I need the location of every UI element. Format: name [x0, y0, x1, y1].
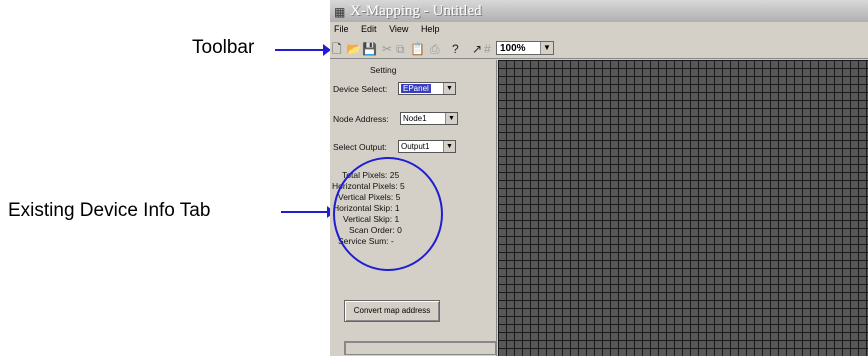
chevron-down-icon[interactable]: ▼	[540, 42, 553, 54]
pointer-icon[interactable]: ↗	[472, 41, 482, 57]
output-select-value: Output1	[401, 142, 430, 151]
copy-icon[interactable]: ⧉	[396, 41, 405, 57]
chevron-down-icon[interactable]: ▼	[445, 113, 457, 124]
setting-header: Setting	[370, 65, 397, 75]
paste-icon[interactable]: 📋	[410, 41, 425, 57]
window-title: X-Mapping - Untitled	[350, 3, 482, 19]
chevron-down-icon[interactable]: ▼	[443, 83, 455, 94]
toolbar: 🗋 📂 💾 ✂ ⧉ 📋 ⎙ ? ↗ # 100% ▼	[330, 40, 868, 59]
app-grid-icon: ▦	[334, 5, 346, 19]
menu-bar: File Edit View Help	[330, 24, 445, 38]
cut-icon[interactable]: ✂	[382, 41, 392, 57]
node-address-select[interactable]: Node1 ▼	[400, 112, 458, 125]
pixel-grid-canvas[interactable]	[498, 60, 868, 356]
save-icon[interactable]: 💾	[362, 41, 377, 57]
menu-help[interactable]: Help	[421, 24, 440, 34]
menu-view[interactable]: View	[389, 24, 408, 34]
title-bar: ▦ X-Mapping - Untitled	[330, 0, 868, 22]
zoom-select[interactable]: 100% ▼	[496, 41, 554, 55]
grid-icon[interactable]: #	[484, 41, 491, 57]
toolbar-annotation-arrow	[275, 44, 331, 56]
progress-bar	[344, 341, 496, 355]
menu-file[interactable]: File	[334, 24, 349, 34]
device-select-label: Device Select:	[333, 84, 388, 94]
menu-edit[interactable]: Edit	[361, 24, 377, 34]
device-info-highlight-circle	[333, 157, 443, 271]
help-icon[interactable]: ?	[452, 41, 459, 57]
node-address-label: Node Address:	[333, 114, 389, 124]
device-info-annotation-label: Existing Device Info Tab	[8, 200, 211, 221]
open-icon[interactable]: 📂	[346, 41, 361, 57]
device-info-annotation-arrow	[281, 206, 335, 218]
chevron-down-icon[interactable]: ▼	[443, 141, 455, 152]
device-select[interactable]: EPanel ▼	[398, 82, 456, 95]
zoom-value: 100%	[500, 43, 526, 54]
select-output-label: Select Output:	[333, 142, 387, 152]
node-address-value: Node1	[403, 114, 427, 123]
convert-map-address-button[interactable]: Convert map address	[344, 300, 440, 322]
device-select-value: EPanel	[401, 84, 431, 93]
print-icon[interactable]: ⎙	[430, 41, 440, 57]
toolbar-annotation-label: Toolbar	[192, 37, 255, 58]
new-icon[interactable]: 🗋	[332, 41, 342, 57]
output-select[interactable]: Output1 ▼	[398, 140, 456, 153]
